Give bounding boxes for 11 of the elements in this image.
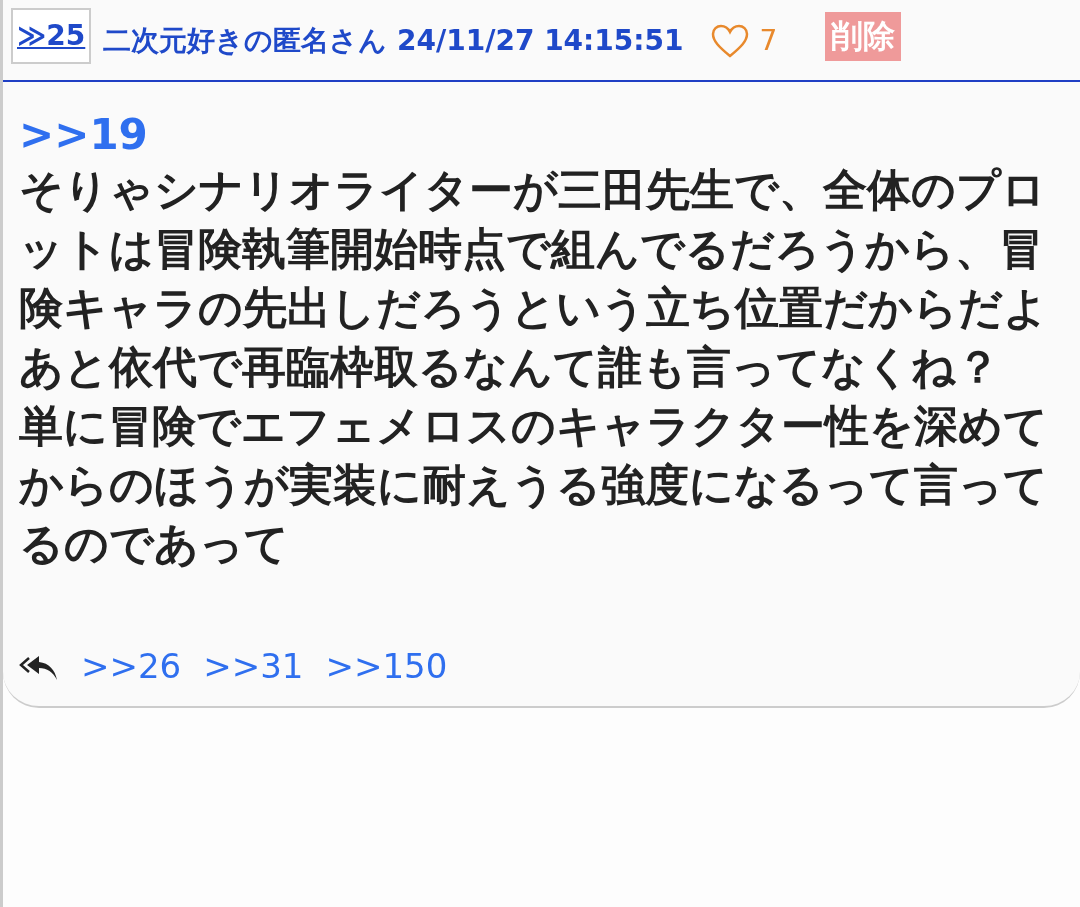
reply-link[interactable]: >>26	[81, 641, 182, 693]
post-text: 単に冒険でエフェメロスのキャラクター性を深めてからのほうが実装に耐えうる強度になるって言ってるのであって	[19, 399, 1049, 572]
post-text: あと依代で再臨枠取るなんて誰も言ってなくね？	[19, 340, 1001, 395]
post-number[interactable]: ≫25	[11, 8, 92, 65]
post-author: 二次元好きの匿名さん 24/11/27 14:15:51	[103, 23, 684, 59]
post-text: そりゃシナリオライターが三田先生で、全体のプロットは冒険執筆開始時点で組んでるだろうから、冒険キャラの先出しだろうという立ち位置だからだよ	[19, 163, 1049, 336]
heart-icon	[711, 24, 750, 58]
like-button[interactable]: 7	[695, 8, 778, 62]
anchor-link[interactable]: >>19	[19, 110, 148, 161]
reply-link[interactable]: >>150	[325, 641, 448, 693]
reply-link[interactable]: >>31	[203, 641, 304, 693]
